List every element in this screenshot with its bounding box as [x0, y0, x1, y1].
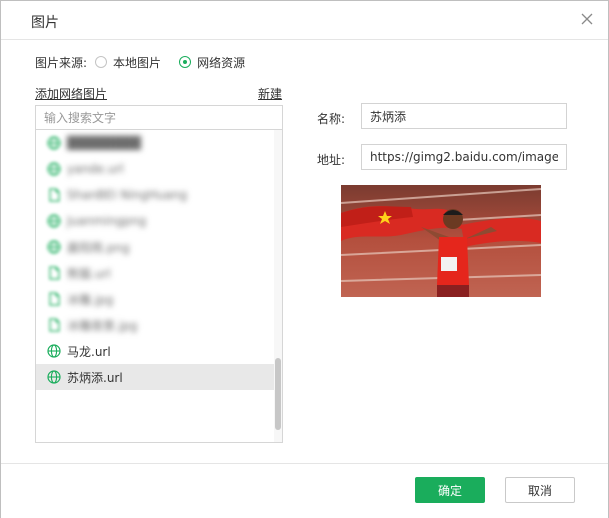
add-network-image-link[interactable]: 添加网络图片 [35, 85, 107, 102]
list-item-label: 熊猫.url [67, 266, 111, 281]
list-item [36, 416, 274, 442]
list-item[interactable]: Juanmingpng [36, 208, 274, 234]
list-item[interactable]: yande.url [36, 156, 274, 182]
file-icon [47, 188, 61, 202]
url-field[interactable] [361, 144, 567, 170]
list-item[interactable]: 晨阳雨.png [36, 234, 274, 260]
radio-network-resource[interactable]: 网络资源 [179, 54, 245, 71]
dialog-title: 图片 [31, 15, 59, 31]
image-list: ████████ yande.url ShanBEI NingHuang Juanmi… [36, 130, 274, 443]
preview-image [341, 185, 541, 297]
radio-network-label: 网络资源 [197, 55, 246, 70]
file-icon [47, 318, 61, 332]
radio-local-label: 本地图片 [113, 55, 162, 70]
list-item-label: ████████ [67, 136, 141, 150]
scrollbar-track[interactable] [274, 130, 282, 442]
globe-icon [47, 240, 61, 254]
url-label: 地址: [317, 153, 346, 167]
file-icon [47, 266, 61, 280]
source-label: 图片来源: [35, 55, 88, 70]
list-item[interactable]: 熊猫.url [36, 260, 274, 286]
list-item[interactable]: 杏花村.jpg [36, 442, 274, 443]
list-item-label: yande.url [67, 162, 124, 176]
list-item-label: Juanmingpng [67, 214, 147, 228]
list-item[interactable]: ████████ [36, 130, 274, 156]
file-icon [47, 292, 61, 306]
list-item-label: 晨阳雨.png [67, 240, 130, 255]
globe-icon [47, 162, 61, 176]
image-list-panel: ████████ yande.url ShanBEI NingHuang Juanmi… [35, 105, 283, 443]
globe-icon [47, 214, 61, 228]
globe-icon [47, 370, 61, 384]
globe-icon [47, 136, 61, 150]
list-item-label: 马龙.url [67, 344, 111, 359]
list-item-label: 冰雕.jpg [67, 292, 114, 307]
source-row: 图片来源: 本地图片 网络资源 [35, 54, 263, 70]
dialog-header: 图片 [1, 1, 608, 40]
list-item-label: 冰雕夜景.jpg [67, 318, 138, 333]
new-link[interactable]: 新建 [258, 85, 282, 102]
globe-icon [47, 344, 61, 358]
list-item-label: ShanBEI NingHuang [67, 188, 188, 202]
list-item[interactable]: 冰雕夜景.jpg [36, 312, 274, 338]
radio-local-image[interactable]: 本地图片 [95, 54, 161, 71]
radio-local-circle[interactable] [95, 56, 108, 68]
dialog-footer: 确定 取消 [1, 463, 608, 518]
list-item[interactable]: 马龙.url [36, 338, 274, 364]
close-icon[interactable] [580, 12, 594, 26]
image-dialog: 图片 图片来源: 本地图片 网络资源 添加网络图片 新建 ████████ yan… [0, 0, 609, 518]
list-item[interactable]: 冰雕.jpg [36, 286, 274, 312]
ok-button[interactable]: 确定 [415, 477, 485, 503]
radio-network-circle[interactable] [179, 56, 192, 68]
list-item-label: 苏炳添.url [67, 370, 123, 385]
name-label: 名称: [317, 112, 346, 126]
list-item[interactable]: 苏炳添.url [36, 364, 274, 390]
scrollbar-thumb[interactable] [275, 358, 281, 430]
list-item[interactable]: ShanBEI NingHuang [36, 182, 274, 208]
list-item [36, 390, 274, 416]
search-input[interactable] [36, 106, 282, 130]
cancel-button[interactable]: 取消 [505, 477, 575, 503]
name-field[interactable] [361, 103, 567, 129]
